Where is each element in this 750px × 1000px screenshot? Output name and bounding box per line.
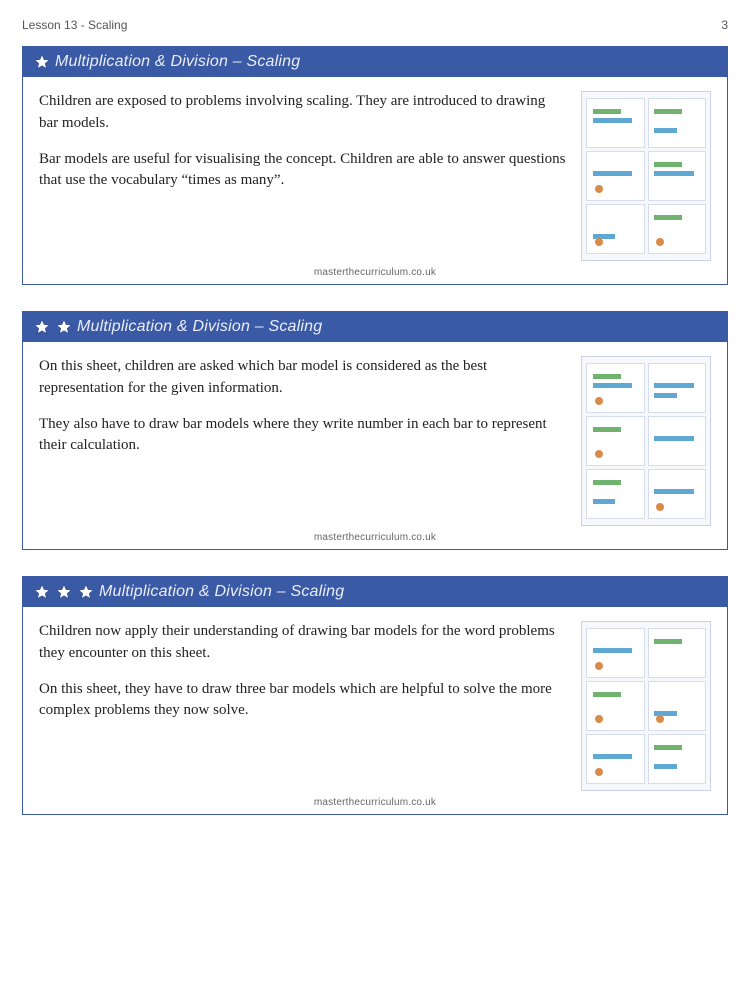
paragraph: Bar models are useful for visualising th… [39, 149, 567, 193]
card-header: Multiplication & Division – Scaling [23, 312, 727, 342]
activity-card-1: Multiplication & Division – Scaling Chil… [22, 46, 728, 285]
worksheet-thumbnail [581, 356, 711, 526]
footer-link: masterthecurriculum.co.uk [23, 265, 727, 284]
card-header: Multiplication & Division – Scaling [23, 577, 727, 607]
paragraph: Children are exposed to problems involvi… [39, 91, 567, 135]
star-icon [33, 583, 51, 601]
star-icon [33, 53, 51, 71]
star-icon [33, 318, 51, 336]
paragraph: They also have to draw bar models where … [39, 414, 567, 458]
card-title: Multiplication & Division – Scaling [77, 318, 322, 336]
worksheet-thumbnail [581, 621, 711, 791]
page-number: 3 [721, 18, 728, 32]
paragraph: On this sheet, children are asked which … [39, 356, 567, 400]
card-description: Children are exposed to problems involvi… [39, 91, 567, 261]
page-header: Lesson 13 - Scaling 3 [22, 18, 728, 32]
card-description: Children now apply their understanding o… [39, 621, 567, 791]
card-description: On this sheet, children are asked which … [39, 356, 567, 526]
star-icon [77, 583, 95, 601]
worksheet-thumbnail [581, 91, 711, 261]
activity-card-3: Multiplication & Division – Scaling Chil… [22, 576, 728, 815]
star-icon [55, 583, 73, 601]
card-title: Multiplication & Division – Scaling [55, 53, 300, 71]
card-title: Multiplication & Division – Scaling [99, 583, 344, 601]
footer-link: masterthecurriculum.co.uk [23, 795, 727, 814]
lesson-label: Lesson 13 - Scaling [22, 18, 127, 32]
footer-link: masterthecurriculum.co.uk [23, 530, 727, 549]
paragraph: Children now apply their understanding o… [39, 621, 567, 665]
activity-card-2: Multiplication & Division – Scaling On t… [22, 311, 728, 550]
star-icon [55, 318, 73, 336]
card-header: Multiplication & Division – Scaling [23, 47, 727, 77]
paragraph: On this sheet, they have to draw three b… [39, 679, 567, 723]
